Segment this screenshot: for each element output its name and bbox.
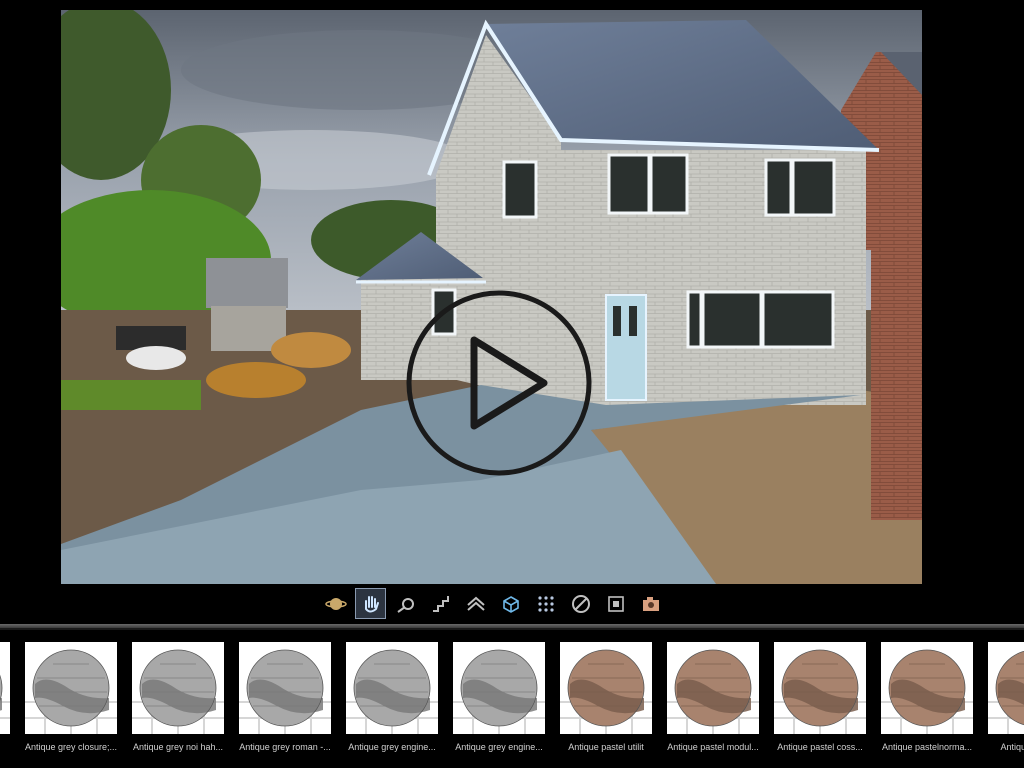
cube-select-icon xyxy=(502,595,519,613)
material-thumbnail[interactable]: Antique grey roman -... xyxy=(239,642,331,766)
no-entry-icon xyxy=(571,594,590,613)
material-label: Antique grey engine... xyxy=(348,742,436,752)
tool-comet[interactable] xyxy=(390,588,421,619)
material-thumbnail[interactable]: Antique pastel coss... xyxy=(774,642,866,766)
material-label: Antique pastel modul... xyxy=(667,742,759,752)
tool-planet[interactable] xyxy=(320,588,351,619)
material-label: Antique grey closure;... xyxy=(24,742,118,752)
material-thumbnail[interactable]: Antique grey engine... xyxy=(453,642,545,766)
material-preview xyxy=(132,642,224,734)
tool-roof[interactable] xyxy=(460,588,491,619)
material-preview xyxy=(239,642,331,734)
material-preview xyxy=(25,642,117,734)
hand-icon xyxy=(364,595,379,612)
material-preview xyxy=(774,642,866,734)
toolbar xyxy=(320,588,666,620)
stairs-icon xyxy=(432,595,449,612)
material-preview xyxy=(453,642,545,734)
grid-dots-icon xyxy=(537,595,554,612)
material-label: Antique grey noi hah... xyxy=(132,742,224,752)
material-preview xyxy=(346,642,438,734)
material-thumbnail[interactable]: Antique grey closure;... xyxy=(25,642,117,766)
3d-viewport[interactable] xyxy=(61,10,922,584)
material-strip[interactable]: Antique grey closure;... Antique grey noi… xyxy=(0,632,1024,768)
material-preview xyxy=(0,642,10,734)
material-preview xyxy=(667,642,759,734)
tool-camera[interactable] xyxy=(635,588,666,619)
material-thumbnail[interactable]: Antique pastelnorma... xyxy=(881,642,973,766)
separator xyxy=(0,628,1024,630)
material-label: Antique pastel coss... xyxy=(777,742,863,752)
material-label: Antique grey roman -... xyxy=(239,742,331,752)
material-preview xyxy=(881,642,973,734)
material-label: Antique grey engine... xyxy=(455,742,543,752)
camera-icon xyxy=(642,596,659,611)
roof-icon xyxy=(466,596,485,611)
planet-icon xyxy=(324,597,347,610)
comet-icon xyxy=(396,597,414,613)
frame-icon xyxy=(607,595,624,612)
material-thumbnail[interactable]: Antique grey noi hah... xyxy=(132,642,224,766)
material-label: Antique pastel utilit xyxy=(568,742,644,752)
material-thumbnail-partial[interactable] xyxy=(0,642,10,766)
tool-stairs[interactable] xyxy=(425,588,456,619)
material-label: Antique pastelnorma... xyxy=(881,742,973,752)
material-preview xyxy=(560,642,652,734)
tool-hand[interactable] xyxy=(355,588,386,619)
material-preview xyxy=(988,642,1024,734)
tool-no-entry[interactable] xyxy=(565,588,596,619)
tool-grid-dots[interactable] xyxy=(530,588,561,619)
material-thumbnail[interactable]: Antique grey engine... xyxy=(346,642,438,766)
material-thumbnail[interactable]: Antique pastel utilit xyxy=(560,642,652,766)
play-button[interactable] xyxy=(404,288,594,478)
material-thumbnail[interactable]: Antique pastel modul... xyxy=(667,642,759,766)
tool-cube-select[interactable] xyxy=(495,588,526,619)
material-thumbnail[interactable]: Antique pastel ... xyxy=(988,642,1024,766)
tool-frame[interactable] xyxy=(600,588,631,619)
play-icon xyxy=(470,336,548,430)
material-label: Antique pastel ... xyxy=(1000,742,1024,752)
